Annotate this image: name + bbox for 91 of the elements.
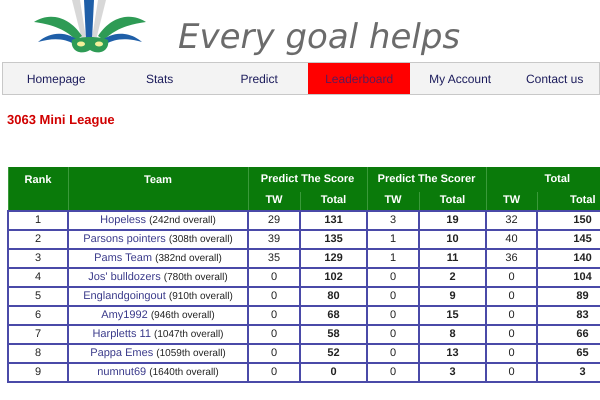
table-cell: 1 (8, 210, 68, 230)
table-cell: 2 (8, 230, 68, 248)
table-cell: 10 (419, 230, 486, 248)
table-cell: 0 (486, 324, 538, 344)
table-cell: 19 (419, 210, 486, 230)
table-cell: 0 (248, 362, 300, 382)
team-link[interactable]: Pams Team (94, 252, 152, 264)
table-cell: 68 (300, 306, 368, 324)
team-link[interactable]: Harpletts 11 (92, 328, 151, 340)
table-cell: 2 (419, 268, 486, 286)
table-cell: 5 (8, 286, 68, 306)
nav-tab[interactable]: Predict (210, 63, 308, 94)
table-cell: 13 (419, 344, 486, 362)
table-cell: 35 (248, 248, 300, 268)
overall-rank: (242nd overall) (149, 214, 216, 226)
table-cell: 4 (8, 268, 68, 286)
table-cell: 150 (537, 210, 600, 230)
table-cell: 129 (300, 248, 368, 268)
team-link[interactable]: Jos' bulldozers (88, 270, 161, 283)
overall-rank: (308th overall) (168, 234, 233, 245)
overall-rank: (1640th overall) (149, 366, 219, 378)
table-cell: 36 (486, 248, 538, 268)
column-header: Predict The Score (248, 166, 368, 192)
overall-rank: (780th overall) (164, 272, 228, 283)
table-cell: 0 (367, 268, 420, 286)
table-cell: 0 (486, 268, 538, 286)
table-cell: 135 (300, 230, 368, 248)
table-cell: 3 (367, 210, 420, 230)
overall-rank: (1059th overall) (156, 348, 226, 359)
table-cell: 40 (486, 230, 538, 248)
table-cell: 1 (367, 230, 420, 248)
table-cell: 0 (486, 286, 538, 306)
column-header: TW (367, 192, 420, 210)
table-cell: 0 (486, 362, 538, 382)
table-cell: 8 (419, 324, 486, 344)
table-cell: 102 (300, 268, 368, 286)
table-cell: 9 (419, 286, 486, 306)
column-header: Total (419, 192, 486, 210)
table-cell: 0 (367, 286, 420, 306)
table-cell: 8 (8, 344, 68, 362)
table-cell: 0 (486, 344, 538, 362)
table-cell: 39 (248, 230, 300, 248)
overall-rank: (382nd overall) (155, 252, 222, 264)
table-cell: 0 (248, 286, 300, 306)
table-cell: 15 (419, 306, 486, 324)
table-cell: 7 (8, 324, 68, 344)
table-cell: 0 (300, 362, 368, 382)
nav-tab[interactable]: Homepage (3, 63, 110, 94)
table-cell: 6 (8, 306, 68, 324)
team-link[interactable]: Amy1992 (101, 308, 148, 321)
column-header: Total (537, 192, 600, 210)
nav-tab[interactable]: Contact us (510, 63, 599, 94)
table-cell: 11 (419, 248, 486, 268)
table-cell: 0 (248, 324, 300, 344)
table-cell: 3 (419, 362, 486, 382)
column-header: Rank (8, 166, 68, 210)
table-cell: 29 (248, 210, 300, 230)
overall-rank: (946th overall) (150, 310, 215, 321)
table-cell: 32 (486, 210, 538, 230)
table-cell: 0 (248, 306, 300, 324)
column-header: Total (486, 166, 600, 192)
team-link[interactable]: Pappa Emes (90, 346, 154, 359)
team-link[interactable]: Parsons pointers (83, 232, 166, 245)
table-cell: 0 (486, 306, 538, 324)
nav-tab[interactable]: Stats (109, 63, 210, 94)
tagline: Every goal helps (178, 20, 460, 54)
table-cell: 131 (300, 210, 368, 230)
column-header: TW (486, 192, 538, 210)
table-cell: 52 (300, 344, 368, 362)
table-cell: 9 (8, 362, 68, 382)
overall-rank: (910th overall) (168, 290, 233, 302)
table-cell: 0 (248, 268, 300, 286)
column-header: Total (300, 192, 368, 210)
table-cell: 1 (367, 248, 420, 268)
column-header: TW (248, 192, 300, 210)
team-link[interactable]: numnut69 (97, 366, 146, 378)
table-cell: 0 (248, 344, 300, 362)
column-header: Predict The Scorer (367, 166, 486, 192)
team-link[interactable]: Hopeless (100, 214, 146, 226)
table-cell: 3 (8, 248, 68, 268)
table-cell: 0 (367, 344, 420, 362)
column-header: Team (68, 166, 248, 210)
league-title: 3063 Mini League (7, 111, 116, 129)
overall-rank: (1047th overall) (154, 328, 224, 340)
table-cell: 0 (367, 306, 420, 324)
table-cell: 80 (300, 286, 368, 306)
nav-tab[interactable]: My Account (410, 63, 510, 94)
table-cell: 58 (300, 324, 368, 344)
table-cell: 0 (367, 324, 420, 344)
team-link[interactable]: Englandgoingout (83, 290, 166, 302)
table-cell: 0 (367, 362, 420, 382)
